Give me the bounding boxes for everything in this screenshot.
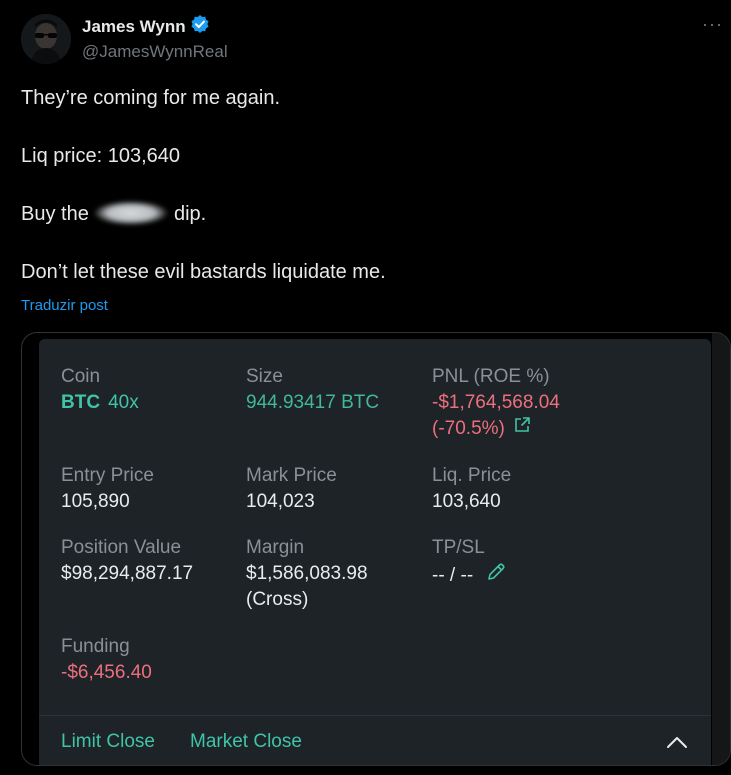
author-name[interactable]: James Wynn bbox=[82, 17, 186, 37]
chevron-up-icon[interactable] bbox=[665, 732, 689, 752]
post-line: They’re coming for me again. bbox=[21, 87, 281, 109]
coin-symbol: BTC bbox=[61, 392, 101, 413]
roe-value: (-70.5%) bbox=[432, 418, 505, 439]
liq-price-value: 103,640 bbox=[432, 491, 501, 512]
author-name-row: James Wynn bbox=[82, 14, 228, 39]
divider bbox=[39, 715, 711, 716]
position-value-label: Position Value bbox=[61, 537, 182, 558]
margin-mode: (Cross) bbox=[246, 589, 309, 610]
share-icon[interactable] bbox=[513, 416, 531, 442]
post-line-end: dip. bbox=[173, 203, 207, 225]
liq-price-label: Liq. Price bbox=[432, 465, 512, 486]
size-label: Size bbox=[246, 366, 283, 387]
limit-close-button[interactable]: Limit Close bbox=[61, 731, 155, 753]
pnl-value: -$1,764,568.04 bbox=[432, 392, 560, 413]
mark-price-value: 104,023 bbox=[246, 491, 315, 512]
post-line-start: Buy the bbox=[21, 203, 89, 225]
avatar-image bbox=[21, 14, 71, 64]
author-handle[interactable]: @JamesWynnReal bbox=[82, 42, 228, 62]
entry-price-label: Entry Price bbox=[61, 465, 154, 486]
size-value: 944.93417 BTC bbox=[246, 392, 380, 413]
leverage-badge: 40x bbox=[108, 392, 139, 413]
post-text: They’re coming for me again. Liq price: … bbox=[21, 84, 386, 316]
position-value: $98,294,887.17 bbox=[61, 563, 194, 584]
translate-link[interactable]: Traduzir post bbox=[21, 297, 108, 314]
post-line: Don’t let these evil bastards liquidate … bbox=[21, 261, 386, 283]
blurred-word bbox=[94, 201, 169, 225]
coin-label: Coin bbox=[61, 366, 101, 387]
position-card: Coin BTC 40x Size 944.93417 BTC PNL (ROE … bbox=[39, 339, 711, 765]
post-line-with-redaction: Buy the dip. bbox=[21, 200, 386, 229]
more-options-icon[interactable]: ··· bbox=[702, 14, 723, 35]
entry-price-value: 105,890 bbox=[61, 491, 130, 512]
verified-badge-icon bbox=[190, 14, 210, 39]
funding-label: Funding bbox=[61, 636, 130, 657]
margin-value: $1,586,083.98 bbox=[246, 563, 368, 584]
mark-price-label: Mark Price bbox=[246, 465, 337, 486]
roe-row: (-70.5%) bbox=[432, 416, 531, 442]
media-attachment[interactable]: Coin BTC 40x Size 944.93417 BTC PNL (ROE … bbox=[21, 332, 731, 766]
avatar[interactable] bbox=[21, 14, 71, 64]
author-block: James Wynn @JamesWynnReal bbox=[82, 14, 228, 62]
funding-value: -$6,456.40 bbox=[61, 662, 152, 683]
scrollbar bbox=[712, 333, 730, 765]
tpsl-label: TP/SL bbox=[432, 537, 485, 558]
market-close-button[interactable]: Market Close bbox=[190, 731, 302, 753]
tpsl-value: -- / -- bbox=[432, 565, 474, 586]
tpsl-row: -- / -- bbox=[432, 561, 507, 591]
margin-label: Margin bbox=[246, 537, 305, 558]
post-line: Liq price: 103,640 bbox=[21, 145, 181, 167]
coin-value: BTC 40x bbox=[61, 390, 139, 416]
edit-pencil-icon[interactable] bbox=[485, 561, 507, 591]
pnl-label: PNL (ROE %) bbox=[432, 366, 550, 387]
